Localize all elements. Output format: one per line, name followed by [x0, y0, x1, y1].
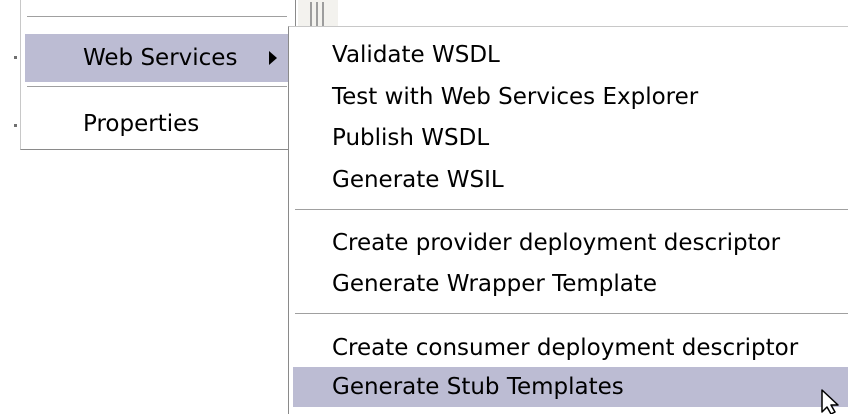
submenu-item-generate-stub-templates[interactable]: Generate Stub Templates: [293, 367, 848, 407]
menu-item-label: Properties: [83, 111, 200, 137]
screen: Web Services Properties Validate WSDL Te…: [0, 0, 848, 414]
submenu-item-label: Test with Web Services Explorer: [332, 84, 699, 110]
menu-item-properties[interactable]: Properties: [25, 100, 291, 148]
menu-separator: [27, 86, 287, 88]
submenu-item-create-consumer-descriptor[interactable]: Create consumer deployment descriptor: [293, 328, 848, 368]
menu-item-label: Web Services: [83, 45, 238, 71]
submenu-item-validate-wsdl[interactable]: Validate WSDL: [293, 35, 848, 75]
submenu-item-test-web-services-explorer[interactable]: Test with Web Services Explorer: [293, 77, 848, 117]
submenu-item-generate-wrapper-template[interactable]: Generate Wrapper Template: [293, 264, 848, 304]
background-tick: [14, 56, 17, 59]
submenu-item-label: Create consumer deployment descriptor: [332, 335, 799, 361]
submenu-item-label: Generate WSIL: [332, 167, 504, 193]
submenu-item-label: Generate Wrapper Template: [332, 271, 658, 297]
menu-separator: [27, 16, 287, 18]
submenu-item-create-provider-descriptor[interactable]: Create provider deployment descriptor: [293, 223, 848, 263]
background-tick: [14, 124, 17, 127]
submenu-separator: [295, 313, 848, 315]
web-services-submenu: Validate WSDL Test with Web Services Exp…: [288, 26, 848, 414]
context-menu: Web Services Properties: [20, 0, 296, 150]
submenu-arrow-icon: [269, 51, 277, 65]
submenu-item-label: Validate WSDL: [332, 42, 500, 68]
submenu-item-generate-wsil[interactable]: Generate WSIL: [293, 160, 848, 200]
submenu-separator: [295, 209, 848, 211]
submenu-item-label: Create provider deployment descriptor: [332, 230, 781, 256]
submenu-item-publish-wsdl[interactable]: Publish WSDL: [293, 118, 848, 158]
submenu-item-label: Publish WSDL: [332, 125, 490, 151]
submenu-item-label: Generate Stub Templates: [332, 374, 624, 400]
mouse-pointer-icon: [818, 388, 848, 414]
menu-item-web-services[interactable]: Web Services: [25, 34, 291, 82]
